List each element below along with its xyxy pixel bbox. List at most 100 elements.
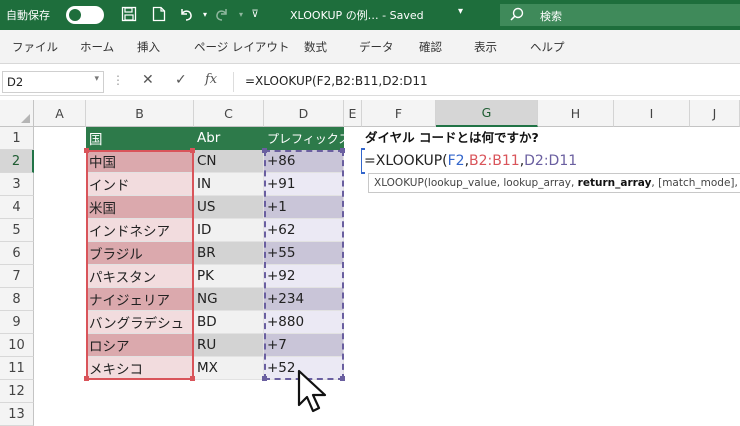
column-header-d[interactable]: D	[264, 100, 344, 127]
table-cell-prefix[interactable]: +1	[264, 196, 344, 219]
row-header[interactable]: 3	[0, 173, 34, 196]
table-cell-country[interactable]: ブラジル	[86, 242, 194, 265]
table-cell-prefix[interactable]: +92	[264, 265, 344, 288]
table-cell-abbr[interactable]: MX	[194, 357, 264, 380]
autosave-toggle[interactable]	[66, 6, 104, 24]
row-header[interactable]: 8	[0, 288, 34, 311]
row-header[interactable]: 12	[0, 380, 34, 403]
table-header-country[interactable]: 国	[86, 127, 194, 150]
table-cell-abbr[interactable]: BR	[194, 242, 264, 265]
range-handle[interactable]	[190, 376, 195, 381]
enter-icon[interactable]: ✓	[175, 72, 187, 88]
table-cell-prefix[interactable]: +62	[264, 219, 344, 242]
table-cell-prefix[interactable]: +234	[264, 288, 344, 311]
column-header-h[interactable]: H	[538, 100, 614, 127]
row-header[interactable]: 10	[0, 334, 34, 357]
range-handle[interactable]	[262, 148, 267, 153]
range-handle[interactable]	[340, 376, 345, 381]
column-header-f[interactable]: F	[362, 100, 436, 127]
tab-insert[interactable]: 挿入	[137, 39, 160, 55]
table-cell-abbr[interactable]: IN	[194, 173, 264, 196]
column-header-i[interactable]: I	[614, 100, 690, 127]
table-cell-country[interactable]: 中国	[86, 150, 194, 173]
column-header-j[interactable]: J	[690, 100, 740, 127]
tab-file[interactable]: ファイル	[12, 39, 58, 55]
range-handle[interactable]	[262, 376, 267, 381]
row-header[interactable]: 4	[0, 196, 34, 219]
select-all-triangle-icon	[21, 114, 30, 123]
table-cell-country[interactable]: パキスタン	[86, 265, 194, 288]
row-header[interactable]: 5	[0, 219, 34, 242]
question-cell[interactable]: ダイヤル コードとは何ですか?	[365, 127, 539, 146]
range-handle[interactable]	[190, 148, 195, 153]
mouse-cursor-icon	[296, 369, 332, 415]
row-header[interactable]: 7	[0, 265, 34, 288]
save-icon[interactable]	[120, 5, 138, 23]
column-header-g[interactable]: G	[436, 100, 538, 127]
table-cell-abbr[interactable]: NG	[194, 288, 264, 311]
document-title[interactable]: XLOOKUP の例… - Saved	[290, 7, 424, 23]
table-header-prefix[interactable]: プレフィックス	[264, 127, 350, 150]
range-handle[interactable]	[340, 148, 345, 153]
worksheet-grid[interactable]: A B C D E F G H I J 1 2 3 4 5 6 7 8 9 10…	[0, 100, 740, 426]
column-header-e[interactable]: E	[344, 100, 362, 127]
table-cell-abbr[interactable]: ID	[194, 219, 264, 242]
table-cell-country[interactable]: ナイジェリア	[86, 288, 194, 311]
function-tooltip[interactable]: XLOOKUP(lookup_value, lookup_array, retu…	[368, 173, 740, 193]
tab-review[interactable]: 確認	[419, 39, 442, 55]
undo-dropdown-icon[interactable]: ▾	[196, 5, 214, 23]
column-header-a[interactable]: A	[34, 100, 86, 127]
table-cell-abbr[interactable]: RU	[194, 334, 264, 357]
table-cell-prefix[interactable]: +7	[264, 334, 344, 357]
formula-input[interactable]: =XLOOKUP(F2,B2:B11,D2:D11	[245, 74, 428, 88]
title-dropdown-icon[interactable]: ▾	[458, 6, 463, 17]
table-cell-country[interactable]: 米国	[86, 196, 194, 219]
tab-data[interactable]: データ	[359, 39, 394, 55]
row-header[interactable]: 2	[0, 150, 34, 173]
formula-bar-grip-icon: ⋮	[112, 73, 124, 87]
row-header[interactable]: 1	[0, 127, 34, 150]
undo-icon[interactable]	[177, 5, 195, 23]
file-icon[interactable]	[150, 5, 168, 23]
redo-icon[interactable]	[213, 5, 231, 23]
table-cell-abbr[interactable]: CN	[194, 150, 264, 173]
column-header-b[interactable]: B	[86, 100, 194, 127]
table-cell-country[interactable]: バングラデシュ	[86, 311, 194, 334]
row-header[interactable]: 6	[0, 242, 34, 265]
name-box-value: D2	[7, 75, 24, 89]
table-cell-abbr[interactable]: BD	[194, 311, 264, 334]
table-cell-country[interactable]: インドネシア	[86, 219, 194, 242]
cancel-icon[interactable]: ✕	[142, 72, 154, 88]
fx-icon[interactable]: fx	[205, 72, 217, 87]
range-handle[interactable]	[84, 148, 89, 153]
table-cell-country[interactable]: インド	[86, 173, 194, 196]
range-handle[interactable]	[84, 376, 89, 381]
name-box[interactable]: D2 ▾	[2, 71, 104, 93]
search-label: 検索	[540, 10, 562, 23]
row-header[interactable]: 13	[0, 403, 34, 426]
table-cell-country[interactable]: ロシア	[86, 334, 194, 357]
tab-help[interactable]: ヘルプ	[530, 39, 565, 55]
column-header-c[interactable]: C	[194, 100, 264, 127]
ribbon-tabs: ファイル ホーム 挿入 ページ レイアウト 数式 データ 確認 表示 ヘルプ	[0, 30, 740, 64]
tab-home[interactable]: ホーム	[80, 39, 114, 55]
tab-page-layout[interactable]: ページ レイアウト	[194, 39, 289, 55]
table-cell-prefix[interactable]: +55	[264, 242, 344, 265]
row-header[interactable]: 9	[0, 311, 34, 334]
table-cell-prefix[interactable]: +91	[264, 173, 344, 196]
tab-view[interactable]: 表示	[474, 39, 497, 55]
customize-icon[interactable]: ⊽	[246, 5, 264, 23]
table-cell-abbr[interactable]: PK	[194, 265, 264, 288]
table-cell-country[interactable]: メキシコ	[86, 357, 194, 380]
table-cell-abbr[interactable]: US	[194, 196, 264, 219]
dropdown-icon[interactable]: ▾	[94, 74, 99, 84]
table-cell-prefix[interactable]: +86	[264, 150, 344, 173]
table-cell-prefix[interactable]: +880	[264, 311, 344, 334]
tooltip-text-part1: XLOOKUP(lookup_value, lookup_array,	[374, 177, 578, 189]
search-box[interactable]: 検索	[500, 4, 740, 26]
tab-formulas[interactable]: 数式	[304, 39, 327, 55]
edit-cell-f2[interactable]: =XLOOKUP(F2, B2:B11, D2:D11	[362, 150, 740, 172]
row-header[interactable]: 11	[0, 357, 34, 380]
select-all-corner[interactable]	[0, 100, 34, 127]
table-header-abbr[interactable]: Abr	[194, 127, 264, 150]
